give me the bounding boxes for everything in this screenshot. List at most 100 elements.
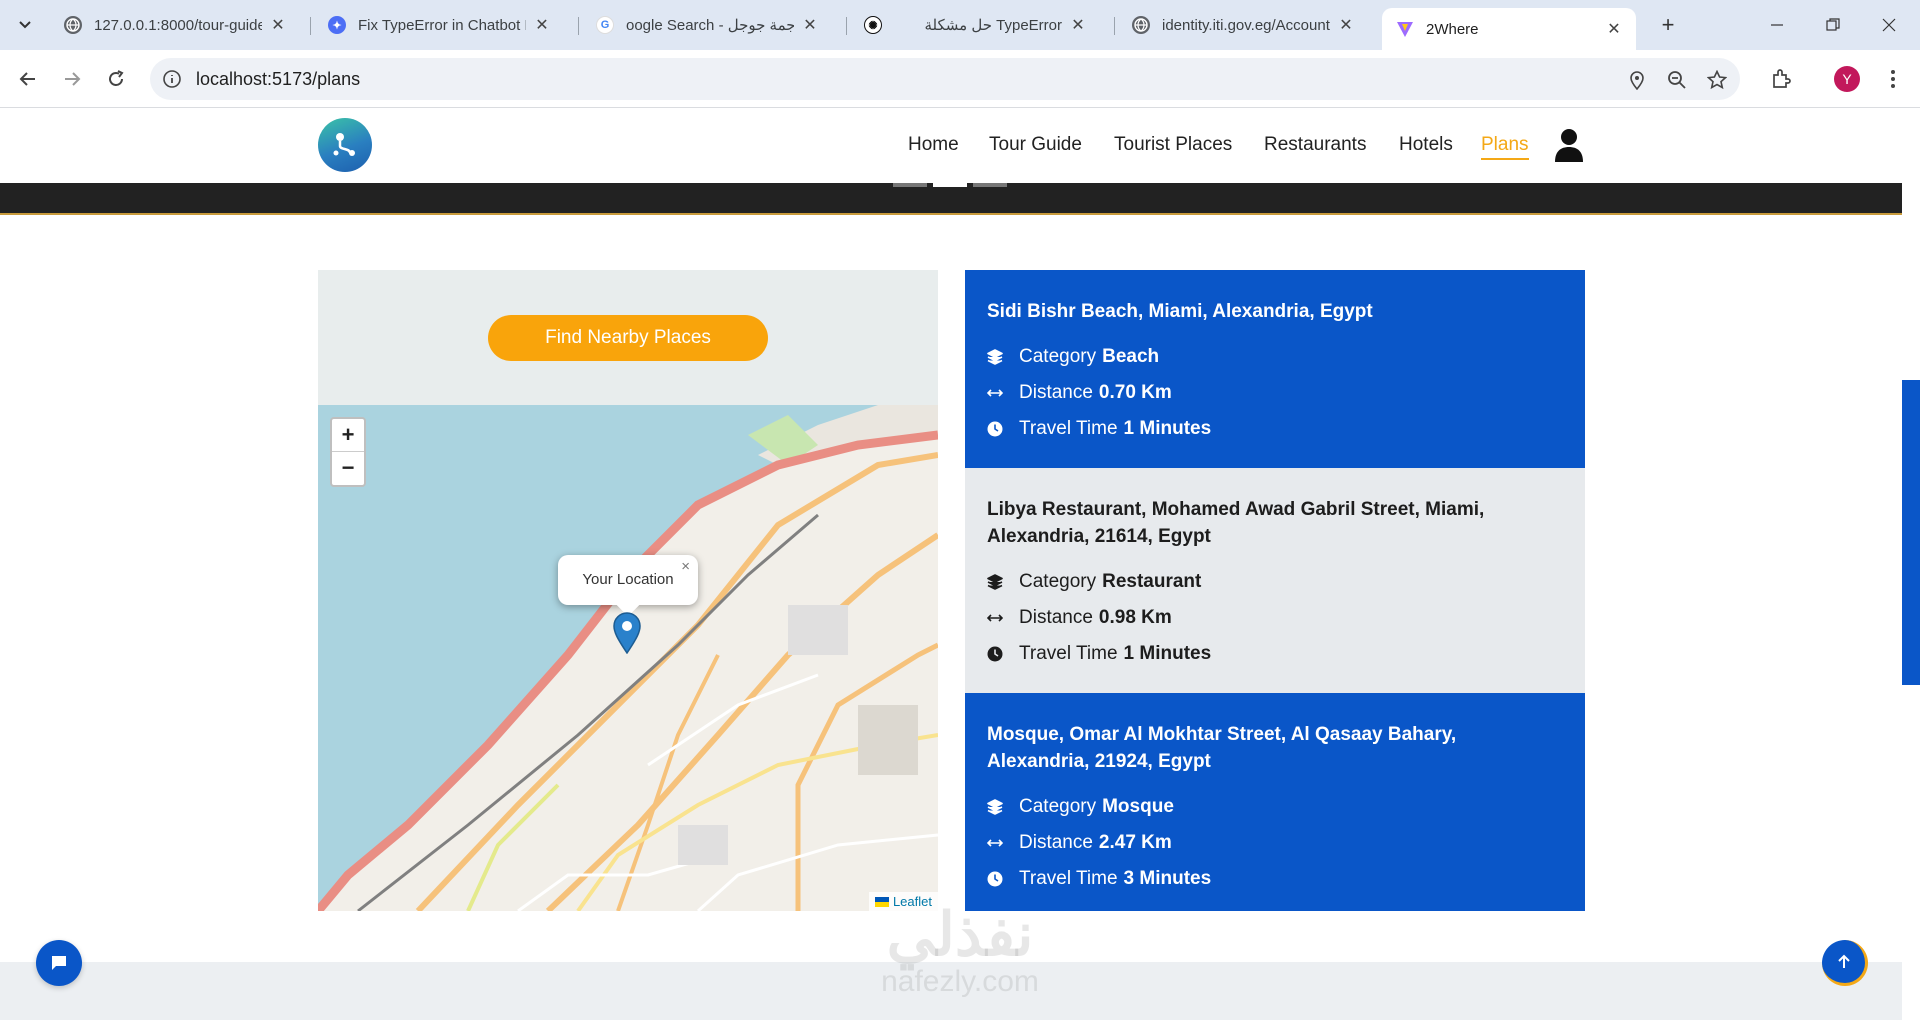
watermark-arabic: نفذلي xyxy=(886,901,1034,968)
slider-dot[interactable] xyxy=(893,183,927,187)
tab-divider xyxy=(846,17,847,35)
browser-tab[interactable]: G oogle Search - ترجمة جوجل ✕ xyxy=(582,8,832,42)
place-card[interactable]: Sidi Bishr Beach, Miami, Alexandria, Egy… xyxy=(965,270,1585,468)
place-title: Sidi Bishr Beach, Miami, Alexandria, Egy… xyxy=(987,301,1373,322)
close-tab-icon[interactable]: ✕ xyxy=(1606,19,1622,39)
tab-search-button[interactable] xyxy=(8,10,42,40)
tab-divider xyxy=(1114,17,1115,35)
map-pin-icon[interactable] xyxy=(613,612,641,659)
place-card[interactable]: Libya Restaurant, Mohamed Awad Gabril St… xyxy=(965,468,1585,693)
map-panel: Find Nearby Places + − Your Location × L… xyxy=(318,270,938,911)
clock-icon xyxy=(987,646,1019,662)
place-distance-row: Distance 0.98 Km xyxy=(987,600,1563,636)
layers-icon xyxy=(987,799,1019,815)
nav-link-home[interactable]: Home xyxy=(908,134,959,156)
user-account-icon[interactable] xyxy=(1553,127,1585,168)
nav-link-plans[interactable]: Plans xyxy=(1481,134,1529,160)
distance-value: 0.98 Km xyxy=(1098,607,1172,628)
nav-link-restaurants[interactable]: Restaurants xyxy=(1264,134,1366,156)
hero-slider-bottom xyxy=(0,183,1902,215)
distance-label: Distance xyxy=(1019,382,1093,403)
site-navbar: Home Tour Guide Tourist Places Restauran… xyxy=(0,108,1902,183)
close-window-button[interactable] xyxy=(1866,8,1912,42)
nav-link-hotels[interactable]: Hotels xyxy=(1399,134,1453,156)
clock-icon xyxy=(987,871,1019,887)
time-value: 3 Minutes xyxy=(1123,868,1212,889)
google-icon: G xyxy=(596,16,614,34)
close-tab-icon[interactable]: ✕ xyxy=(1070,15,1086,35)
tab-title: identity.iti.gov.eg/Account xyxy=(1162,16,1330,34)
chevron-down-icon xyxy=(19,21,31,29)
category-label: Category xyxy=(1019,571,1097,592)
site-logo[interactable] xyxy=(318,118,372,172)
scrollbar-thumb[interactable] xyxy=(1902,380,1920,685)
leaflet-map[interactable]: + − Your Location × Leaflet xyxy=(318,405,938,911)
place-category-row: Category Restaurant xyxy=(987,564,1563,600)
extensions-icon[interactable] xyxy=(1766,64,1796,94)
zoom-in-button[interactable]: + xyxy=(332,419,364,452)
nav-link-tourist-places[interactable]: Tourist Places xyxy=(1114,134,1232,156)
zoom-out-button[interactable]: − xyxy=(332,452,364,485)
nav-link-tour-guide[interactable]: Tour Guide xyxy=(989,134,1082,156)
location-pin-icon[interactable] xyxy=(1626,69,1648,91)
distance-label: Distance xyxy=(1019,832,1093,853)
distance-value: 0.70 Km xyxy=(1098,382,1172,403)
find-nearby-places-button[interactable]: Find Nearby Places xyxy=(488,315,768,361)
clock-icon xyxy=(987,421,1019,437)
browser-toolbar: localhost:5173/plans xyxy=(0,50,1920,108)
place-distance-row: Distance 2.47 Km xyxy=(987,825,1563,861)
time-label: Travel Time xyxy=(1019,643,1118,664)
browser-tab[interactable]: ✺ حل مشكلة TypeError ✕ xyxy=(850,8,1100,42)
profile-avatar[interactable]: Y xyxy=(1834,66,1860,92)
close-tab-icon[interactable]: ✕ xyxy=(1338,15,1354,35)
forward-button[interactable] xyxy=(56,63,88,95)
category-label: Category xyxy=(1019,346,1097,367)
close-tab-icon[interactable]: ✕ xyxy=(534,15,550,35)
tab-title: 127.0.0.1:8000/tour-guides xyxy=(94,16,262,34)
browser-tab[interactable]: ✦ Fix TypeError in Chatbot M ✕ xyxy=(314,8,564,42)
restore-button[interactable] xyxy=(1810,8,1856,42)
slider-dot[interactable] xyxy=(973,183,1007,187)
place-title: Mosque, Omar Al Mokhtar Street, Al Qasaa… xyxy=(987,724,1457,772)
time-value: 1 Minutes xyxy=(1123,418,1212,439)
location-popup: Your Location × xyxy=(558,555,698,617)
close-tab-icon[interactable]: ✕ xyxy=(270,15,286,35)
popup-close-button[interactable]: × xyxy=(681,559,690,575)
chatbot-button[interactable] xyxy=(36,940,82,986)
tab-title: Fix TypeError in Chatbot M xyxy=(358,16,526,34)
scroll-to-top-button[interactable] xyxy=(1822,940,1868,986)
more-menu-icon[interactable] xyxy=(1878,64,1908,94)
back-button[interactable] xyxy=(12,63,44,95)
address-url[interactable]: localhost:5173/plans xyxy=(196,69,360,90)
zoom-icon[interactable] xyxy=(1666,69,1688,91)
minimize-button[interactable] xyxy=(1754,8,1800,42)
address-bar[interactable]: localhost:5173/plans xyxy=(150,58,1740,100)
arrows-horizontal-icon xyxy=(987,388,1019,398)
time-label: Travel Time xyxy=(1019,418,1118,439)
tab-divider xyxy=(310,17,311,35)
new-tab-button[interactable]: + xyxy=(1654,12,1682,40)
site-info-icon[interactable] xyxy=(162,69,182,94)
place-time-row: Travel Time 1 Minutes xyxy=(987,411,1563,447)
bookmark-star-icon[interactable] xyxy=(1706,69,1728,91)
route-logo-icon xyxy=(333,133,355,156)
distance-label: Distance xyxy=(1019,607,1093,628)
distance-value: 2.47 Km xyxy=(1098,832,1172,853)
place-time-row: Travel Time 1 Minutes xyxy=(987,636,1563,672)
browser-tab[interactable]: 127.0.0.1:8000/tour-guides ✕ xyxy=(50,8,300,42)
tab-title: 2Where xyxy=(1426,20,1479,38)
place-card[interactable]: Mosque, Omar Al Mokhtar Street, Al Qasaa… xyxy=(965,693,1585,911)
arrows-horizontal-icon xyxy=(987,613,1019,623)
close-tab-icon[interactable]: ✕ xyxy=(802,15,818,35)
vite-icon xyxy=(1396,20,1414,38)
arrow-up-icon xyxy=(1837,954,1850,968)
category-value: Mosque xyxy=(1102,796,1174,817)
slider-dot-active[interactable] xyxy=(933,183,967,187)
tab-title: حل مشكلة TypeError xyxy=(924,17,1062,34)
place-category-row: Category Mosque xyxy=(987,789,1563,825)
tab-divider xyxy=(578,17,579,35)
browser-tab[interactable]: identity.iti.gov.eg/Account ✕ xyxy=(1118,8,1368,42)
watermark: نفذلي nafezly.com xyxy=(850,905,1070,999)
reload-button[interactable] xyxy=(100,63,132,95)
browser-tab-active[interactable]: 2Where ✕ xyxy=(1382,8,1636,50)
